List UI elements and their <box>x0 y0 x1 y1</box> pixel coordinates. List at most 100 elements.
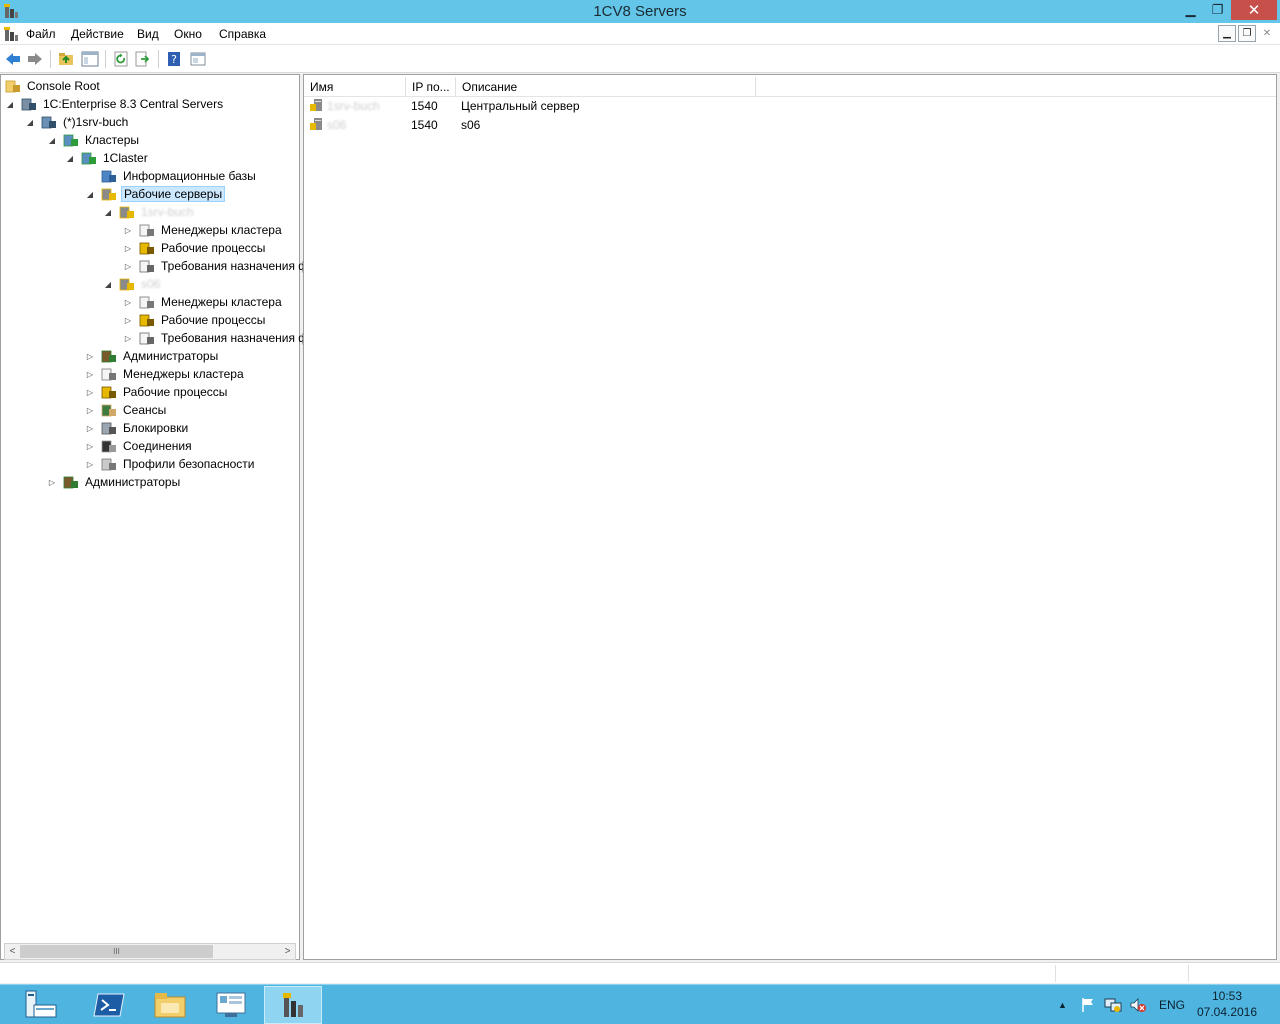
scroll-left-arrow[interactable]: < <box>5 944 20 959</box>
close-button[interactable]: ✕ <box>1231 0 1277 20</box>
expand-arrow-icon[interactable]: ▷ <box>47 477 57 487</box>
locks-icon <box>101 420 117 436</box>
file-explorer-icon[interactable] <box>141 986 199 1024</box>
tree-item[interactable]: ▷ Менеджеры кластера <box>85 365 246 383</box>
expand-arrow-icon[interactable]: ▷ <box>85 351 95 361</box>
tree-item[interactable]: ▷ Рабочие процессы <box>123 239 267 257</box>
tree-item[interactable]: ◢ 1Claster <box>65 149 150 167</box>
mdi-close-button[interactable]: ✕ <box>1258 25 1276 42</box>
expand-arrow-icon[interactable]: ▷ <box>123 333 133 343</box>
tree-item[interactable]: ▷ Рабочие процессы <box>85 383 229 401</box>
show-hidden-icons[interactable]: ▲ <box>1058 985 1067 1024</box>
expand-arrow-icon[interactable]: ▷ <box>85 387 95 397</box>
tree-item[interactable]: ▷ Рабочие процессы <box>123 311 267 329</box>
export-list-icon[interactable] <box>134 50 152 68</box>
menu-view[interactable]: Вид <box>137 27 159 41</box>
chevron-up-icon[interactable]: ▲ <box>1058 1000 1067 1010</box>
expand-arrow-icon[interactable]: ▷ <box>123 315 133 325</box>
help-icon[interactable]: ? <box>165 50 183 68</box>
tree-item[interactable]: ◢ (*)1srv-buch <box>25 113 130 131</box>
input-language[interactable]: ENG <box>1159 985 1185 1024</box>
tree-item[interactable]: ▷ Соединения <box>85 437 194 455</box>
show-hide-tree-icon[interactable] <box>81 50 99 68</box>
processes-icon <box>101 384 117 400</box>
tree-item-label: Менеджеры кластера <box>161 295 282 309</box>
mdi-restore-button[interactable]: ❐ <box>1238 25 1256 42</box>
tree-item[interactable]: ▷ Требования назначения ф <box>123 329 310 347</box>
scroll-thumb[interactable]: III <box>20 945 213 958</box>
tree-item-label: Сеансы <box>123 403 167 417</box>
tree-horizontal-scrollbar[interactable]: < III > <box>4 943 296 960</box>
tree-item[interactable]: ▷ Требования назначения ф <box>123 257 310 275</box>
tree-item[interactable]: ▷ Сеансы <box>85 401 168 419</box>
list-item[interactable]: s06 1540 s06 <box>304 116 1276 135</box>
1c-servers-icon[interactable] <box>264 986 322 1024</box>
clock[interactable]: 10:53 07.04.2016 <box>1192 988 1262 1020</box>
scroll-right-arrow[interactable]: > <box>280 944 295 959</box>
collapse-arrow-icon[interactable]: ◢ <box>103 207 113 217</box>
back-icon[interactable] <box>4 50 22 68</box>
tree-item[interactable]: ▷ Администраторы <box>85 347 220 365</box>
expand-arrow-icon[interactable]: ▷ <box>85 459 95 469</box>
list-cell-description: s06 <box>461 118 481 132</box>
up-folder-icon[interactable] <box>57 50 75 68</box>
requirements-icon <box>139 258 155 274</box>
collapse-arrow-icon[interactable]: ◢ <box>25 117 35 127</box>
expand-arrow-icon[interactable]: ▷ <box>123 225 133 235</box>
expand-arrow-icon[interactable]: ▷ <box>85 405 95 415</box>
tree-item-label: (*)1srv-buch <box>63 115 129 129</box>
mdi-minimize-button[interactable]: ▁ <box>1218 25 1236 42</box>
tree-item-label: Информационные базы <box>123 169 256 183</box>
tree-item-label: Соединения <box>123 439 192 453</box>
server-manager-icon[interactable] <box>0 985 80 1024</box>
title-bar: 1CV8 Servers ▁ ❐ ✕ <box>0 0 1280 23</box>
refresh-icon[interactable] <box>112 50 130 68</box>
tree-item[interactable]: ◢ Кластеры <box>47 131 141 149</box>
properties-icon[interactable] <box>189 50 207 68</box>
tree-item[interactable]: ◢ 1srv-buch <box>103 203 196 221</box>
collapse-arrow-icon[interactable]: ◢ <box>103 279 113 289</box>
column-header-description[interactable]: Описание <box>456 77 756 97</box>
minimize-button[interactable]: ▁ <box>1177 0 1204 20</box>
menu-window[interactable]: Окно <box>174 27 202 41</box>
powershell-icon[interactable] <box>80 986 138 1024</box>
column-header-name[interactable]: Имя <box>304 77 406 97</box>
expand-arrow-icon[interactable]: ▷ <box>123 297 133 307</box>
menu-action[interactable]: Действие <box>71 27 124 41</box>
control-panel-icon[interactable] <box>202 986 260 1024</box>
expand-arrow-icon[interactable]: ▷ <box>85 441 95 451</box>
cluster-icon <box>81 150 97 166</box>
tree-item-label: Администраторы <box>123 349 219 363</box>
tree-item[interactable]: Console Root <box>5 77 102 95</box>
tree-item[interactable]: ◢ Рабочие серверы <box>85 185 226 203</box>
collapse-arrow-icon[interactable]: ◢ <box>85 189 95 199</box>
collapse-arrow-icon[interactable]: ◢ <box>65 153 75 163</box>
list-item[interactable]: 1srv-buch 1540 Центральный сервер <box>304 97 1276 116</box>
expand-arrow-icon[interactable]: ▷ <box>85 369 95 379</box>
tree-item[interactable]: ▷ Менеджеры кластера <box>123 221 284 239</box>
tree-item[interactable]: ▷ Администраторы <box>47 473 182 491</box>
tree-item[interactable]: ▷ Блокировки <box>85 419 190 437</box>
forward-icon[interactable] <box>26 50 44 68</box>
expand-arrow-icon[interactable]: ▷ <box>85 423 95 433</box>
tree-item-label: s06 <box>141 277 161 291</box>
network-icon[interactable] <box>1104 985 1122 1024</box>
tree-item[interactable]: ◢ 1C:Enterprise 8.3 Central Servers <box>5 95 225 113</box>
expand-arrow-icon[interactable]: ▷ <box>123 261 133 271</box>
tree-item[interactable]: ◢ s06 <box>103 275 162 293</box>
tree-item-label: Рабочие процессы <box>161 241 266 255</box>
tree-item[interactable]: ▷ Профили безопасности <box>85 455 256 473</box>
menu-file[interactable]: Файл <box>26 27 56 41</box>
action-center-flag-icon[interactable] <box>1080 985 1096 1024</box>
column-header-ip-port[interactable]: IP по... <box>406 77 456 97</box>
menu-help[interactable]: Справка <box>219 27 266 41</box>
tree-item[interactable]: Информационные базы <box>85 167 258 185</box>
collapse-arrow-icon[interactable]: ◢ <box>47 135 57 145</box>
tree-item[interactable]: ▷ Менеджеры кластера <box>123 293 284 311</box>
maximize-button[interactable]: ❐ <box>1204 0 1231 20</box>
volume-muted-icon[interactable] <box>1129 985 1147 1024</box>
tree-item-label: Менеджеры кластера <box>161 223 282 237</box>
expand-arrow-icon[interactable]: ▷ <box>123 243 133 253</box>
mdi-child-icon[interactable] <box>3 26 19 42</box>
collapse-arrow-icon[interactable]: ◢ <box>5 99 15 109</box>
